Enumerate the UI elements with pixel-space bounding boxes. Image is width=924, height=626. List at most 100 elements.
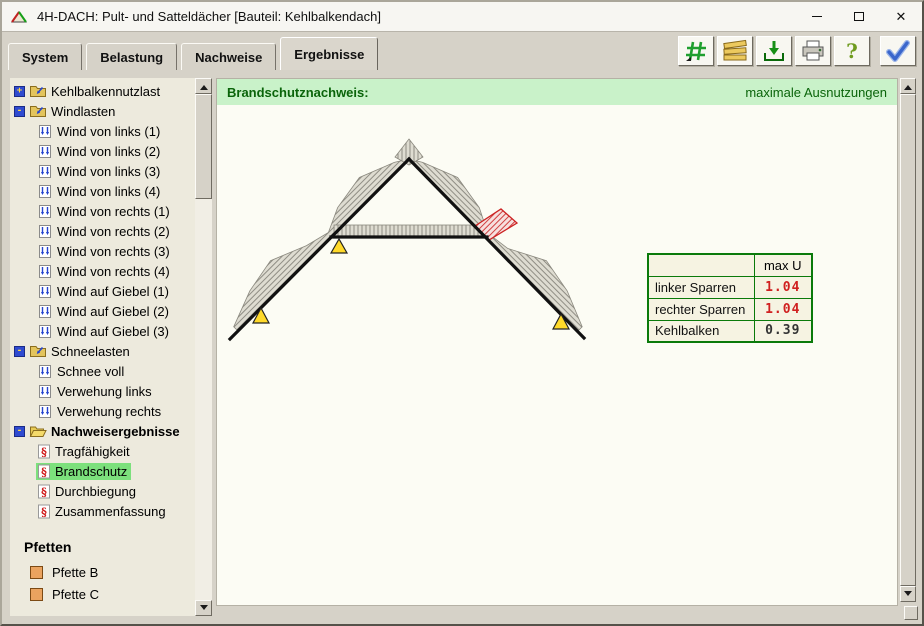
tree-item[interactable]: Wind von links (3) [10,161,195,181]
pcae-logo-button[interactable] [678,36,714,66]
tree-item-label: Brandschutz [55,464,127,479]
collapse-minus-icon[interactable]: - [14,106,25,117]
resize-grip[interactable] [904,606,918,620]
scroll-up-button[interactable] [900,78,916,94]
tree-item[interactable]: Wind auf Giebel (1) [10,281,195,301]
tree-item[interactable]: Wind von rechts (1) [10,201,195,221]
tree-item[interactable]: +Kehlbalkennutzlast [10,81,195,101]
sidebar-scrollbar[interactable] [195,78,212,616]
timber-boards-button[interactable] [717,36,753,66]
member-label: rechter Sparren [648,298,754,320]
tree-item[interactable]: Schnee voll [10,361,195,381]
tree-item[interactable]: Wind von links (4) [10,181,195,201]
tab-nachweise[interactable]: Nachweise [181,43,276,70]
scroll-thumb[interactable] [900,94,916,586]
tree-item-label: Wind von links (4) [57,184,160,199]
collapse-minus-icon[interactable]: - [14,426,25,437]
tree-item[interactable]: -Schneelasten [10,341,195,361]
scroll-track[interactable] [195,94,212,600]
tree-item-label: Wind auf Giebel (2) [57,304,169,319]
pcae-logo-icon [683,39,709,63]
folder-load-icon [29,344,47,358]
print-button[interactable] [795,36,831,66]
scroll-down-button[interactable] [900,586,916,602]
load-icon [37,304,53,319]
tree-item-label: Verwehung links [57,384,152,399]
truss-diagram [217,105,899,607]
tree-item[interactable]: -Nachweisergebnisse [10,421,195,441]
tree-item[interactable]: Verwehung links [10,381,195,401]
table-row: Kehlbalken0.39 [648,320,812,342]
pfette-label: Pfette B [52,565,98,580]
tree-item-label: Wind von rechts (3) [57,244,170,259]
pfetten-section: Pfetten Pfette BPfette C [10,539,195,605]
content-area: +Kehlbalkennutzlast-WindlastenWind von l… [2,70,922,624]
utilization-value: 0.39 [754,320,812,342]
tab-ergebnisse[interactable]: Ergebnisse [280,37,378,70]
tree-item[interactable]: Wind von rechts (3) [10,241,195,261]
folder-load-icon [29,84,47,98]
tree-item[interactable]: Wind auf Giebel (3) [10,321,195,341]
tree-item-label: Wind von links (3) [57,164,160,179]
tree-item[interactable]: §Durchbiegung [10,481,195,501]
load-icon [37,144,53,159]
minimize-button[interactable] [796,2,838,31]
tree-item[interactable]: §Tragfähigkeit [10,441,195,461]
tree-item[interactable]: Wind von rechts (4) [10,261,195,281]
scroll-up-button[interactable] [195,78,212,94]
tree-item-label: Wind von rechts (4) [57,264,170,279]
support-icon [331,239,347,253]
tree-item[interactable]: Wind auf Giebel (2) [10,301,195,321]
member-label: linker Sparren [648,276,754,298]
tree-item-label: Verwehung rechts [57,404,161,419]
tree-item[interactable]: § Zusammenfassung [10,501,195,521]
utilization-value: 1.04 [754,298,812,320]
close-icon: ✕ [896,10,907,23]
tree-item[interactable]: §Brandschutz [10,461,195,481]
svg-text:§: § [41,505,47,518]
toolbar: ? [678,36,916,70]
tree-item[interactable]: Wind von links (2) [10,141,195,161]
load-icon [37,384,53,399]
scroll-thumb[interactable] [195,94,212,199]
folder-open-icon [29,424,47,438]
collapse-minus-icon[interactable]: - [14,346,25,357]
svg-text:?: ? [846,39,858,63]
load-icon [37,224,53,239]
tree-item[interactable]: Verwehung rechts [10,401,195,421]
tab-system[interactable]: System [8,43,82,70]
export-button[interactable] [756,36,792,66]
scroll-down-button[interactable] [195,600,212,616]
window-title: 4H-DACH: Pult- und Satteldächer [Bauteil… [37,9,796,24]
load-icon [37,184,53,199]
paragraph-icon: § [37,444,51,459]
pfette-label: Pfette C [52,587,99,602]
tree-item[interactable]: Wind von links (1) [10,121,195,141]
app-window: 4H-DACH: Pult- und Satteldächer [Bauteil… [0,0,924,626]
close-button[interactable]: ✕ [880,2,922,31]
tree-item[interactable]: Wind von rechts (2) [10,221,195,241]
maximize-button[interactable] [838,2,880,31]
panel-header: Brandschutznachweis: maximale Ausnutzung… [217,79,897,105]
tab-belastung[interactable]: Belastung [86,43,177,70]
paragraph-icon: § [37,484,51,499]
tree-item-label: Wind von rechts (2) [57,224,170,239]
pfette-item[interactable]: Pfette B [10,561,195,583]
scroll-track[interactable] [900,94,916,586]
tree-item-label: Zusammenfassung [55,504,166,519]
results-table: max U linker Sparren1.04rechter Sparren1… [647,253,813,343]
panel-title: Brandschutznachweis: [227,85,369,100]
table-row: rechter Sparren1.04 [648,298,812,320]
tab-bar: SystemBelastungNachweiseErgebnisse [2,32,922,70]
pfetten-list: Pfette B Pfette C [10,561,195,605]
pfette-item[interactable]: Pfette C [10,583,195,605]
table-header-max-u: max U [754,254,812,276]
confirm-button[interactable] [880,36,916,66]
main-scrollbar[interactable] [900,78,916,602]
tree-item[interactable]: -Windlasten [10,101,195,121]
tree-item-label: Wind auf Giebel (3) [57,324,169,339]
expand-plus-icon[interactable]: + [14,86,25,97]
load-icon [37,404,53,419]
tree-item-label: Wind auf Giebel (1) [57,284,169,299]
help-button[interactable]: ? [834,36,870,66]
